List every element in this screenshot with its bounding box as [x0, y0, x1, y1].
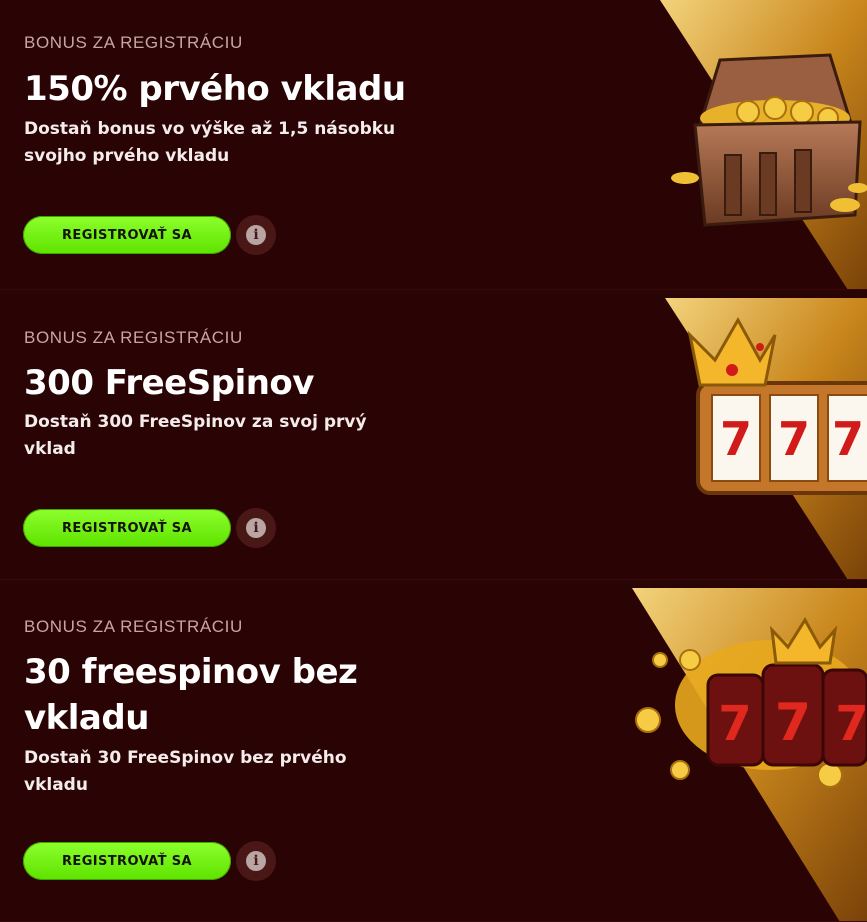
bonus-card-freespins: 7 7 7 BONUS ZA REGISTRÁCIU 300 FreeSpino… [0, 295, 867, 580]
svg-text:7: 7 [832, 412, 864, 466]
bonus-eyebrow: BONUS ZA REGISTRÁCIU [24, 328, 243, 347]
bonus-eyebrow: BONUS ZA REGISTRÁCIU [24, 33, 243, 52]
bonus-description: Dostaň 300 FreeSpinov za svoj prvý vklad [24, 412, 367, 459]
register-button[interactable]: REGISTROVAŤ SA [23, 216, 231, 254]
info-button[interactable]: i [236, 215, 276, 255]
register-button[interactable]: REGISTROVAŤ SA [23, 842, 231, 880]
info-button[interactable]: i [236, 841, 276, 881]
info-icon: i [246, 851, 266, 871]
svg-text:7: 7 [778, 412, 810, 466]
bonus-card-deposit: BONUS ZA REGISTRÁCIU 150% prvého vkladu … [0, 0, 867, 290]
register-button[interactable]: REGISTROVAŤ SA [23, 509, 231, 547]
bonus-description: Dostaň bonus vo výške až 1,5 násobku svo… [24, 119, 396, 166]
info-icon: i [246, 225, 266, 245]
svg-text:7: 7 [718, 696, 751, 752]
bonus-title: 150% prvého vkladu [24, 69, 406, 109]
bonus-card-no-deposit: 7 7 7 BONUS ZA REGISTRÁCIU 30 freespinov… [0, 585, 867, 922]
bonus-description: Dostaň 30 FreeSpinov bez prvého vkladu [24, 748, 347, 795]
bonus-eyebrow: BONUS ZA REGISTRÁCIU [24, 617, 243, 636]
info-button[interactable]: i [236, 508, 276, 548]
svg-text:7: 7 [775, 693, 811, 753]
info-icon: i [246, 518, 266, 538]
bonus-title: 30 freespinov bez vkladu [24, 652, 358, 738]
svg-text:7: 7 [720, 412, 752, 466]
bonus-title: 300 FreeSpinov [24, 363, 314, 403]
svg-text:7: 7 [835, 696, 867, 752]
